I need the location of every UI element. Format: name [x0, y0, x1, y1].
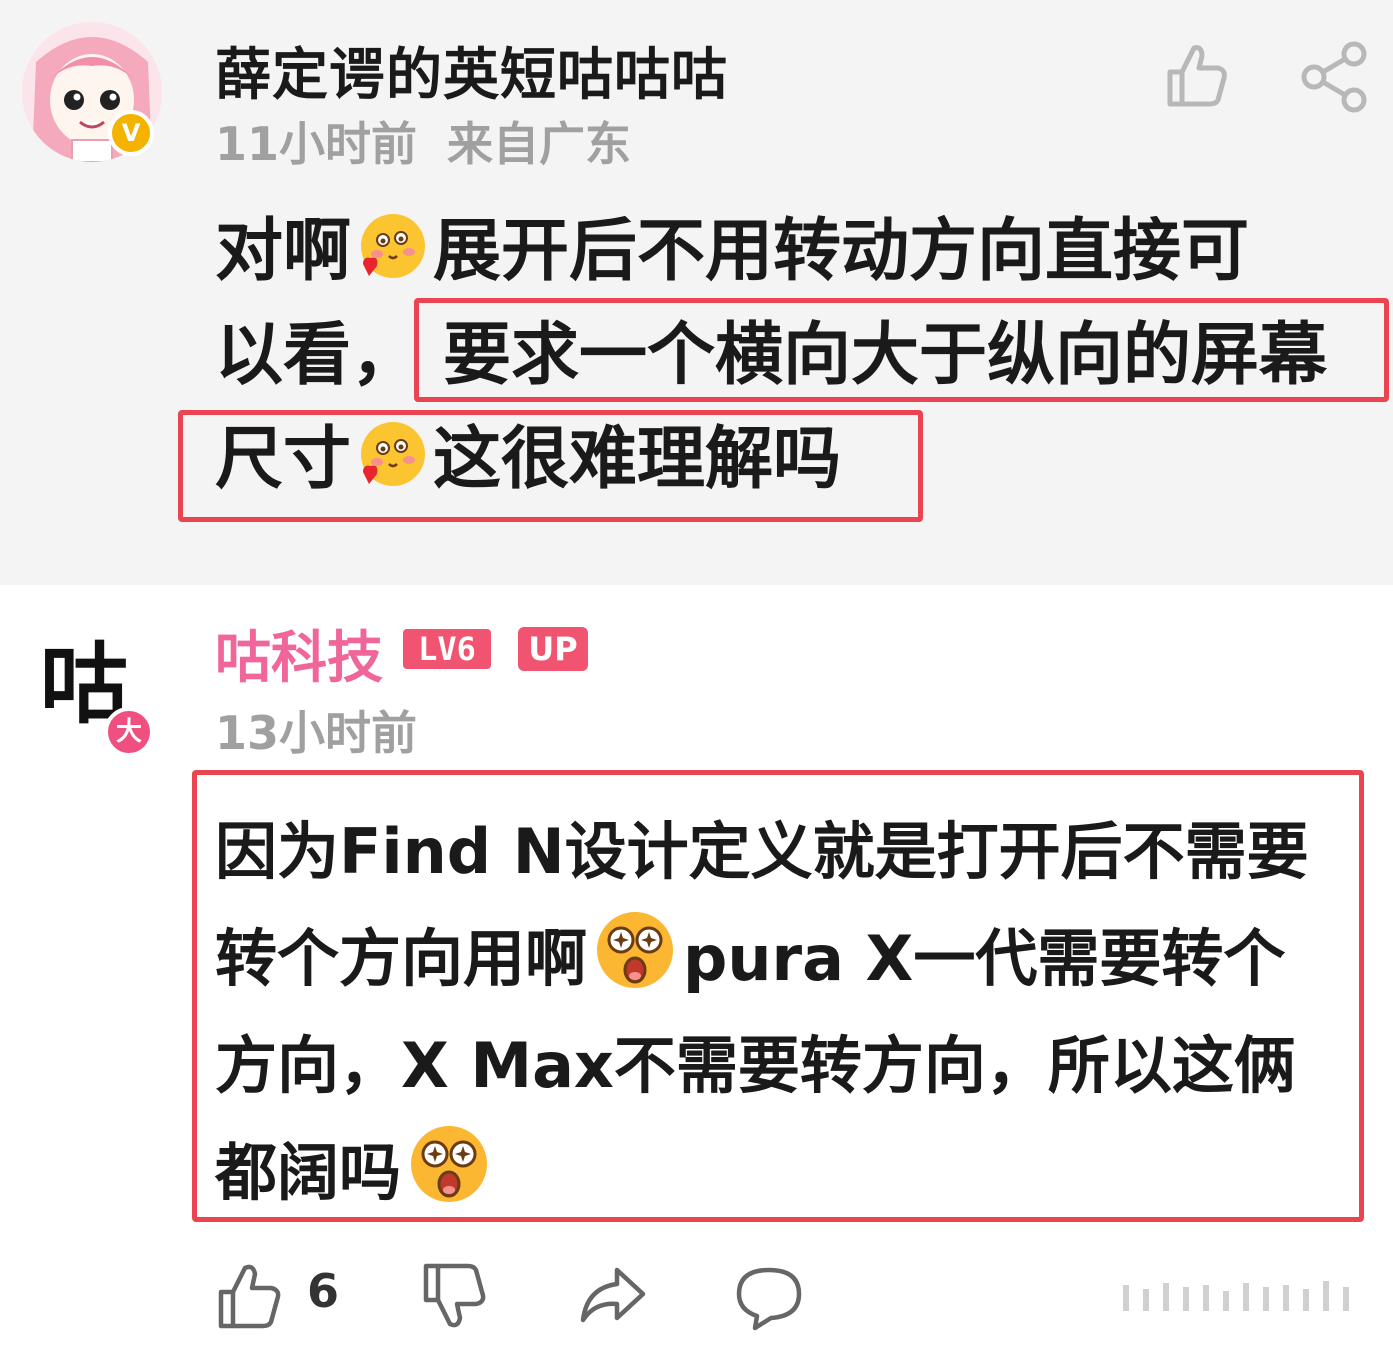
- comment-location: 来自广东: [447, 117, 632, 171]
- comment-text: 都阔吗: [215, 1136, 402, 1209]
- highlighted-text: 要求一个横向大于纵向的屏幕: [443, 316, 1328, 395]
- love-emoji-icon: [361, 214, 426, 278]
- level-badge: LV6: [403, 629, 491, 669]
- comment-line: 尺寸 这很难理解吗: [215, 408, 1385, 512]
- comment-text: 尺寸: [215, 420, 352, 499]
- comment-time: 11小时前: [215, 117, 418, 171]
- verified-badge: V: [108, 110, 154, 156]
- user-name[interactable]: 薛定谔的英短咕咕咕: [215, 30, 728, 111]
- comment-line: 因为Find N设计定义就是打开后不需要: [215, 798, 1365, 905]
- thumbs-down-icon[interactable]: [420, 1260, 490, 1332]
- avatar-badge: 大: [104, 707, 154, 757]
- comment-text: 转个方向用啊: [215, 922, 588, 995]
- comment-meta: 11小时前 来自广东: [215, 108, 631, 174]
- comment-text: 因为Find N设计定义就是打开后不需要: [215, 815, 1309, 888]
- comment-icon[interactable]: [733, 1260, 805, 1332]
- up-badge: UP: [518, 627, 588, 671]
- comment-text: pura X一代需要转个: [683, 922, 1286, 995]
- comment-time: 13小时前: [215, 706, 418, 760]
- comment-top: V 薛定谔的英短咕咕咕 11小时前 来自广东 对啊 展开后不用转动方向直接可 以…: [0, 0, 1393, 585]
- comment-bottom: 咕 大 咕科技 LV6 UP 13小时前 因为Find N设计定义就是打开后不需…: [0, 585, 1393, 1348]
- comment-body: 因为Find N设计定义就是打开后不需要 转个方向用啊 pura X一代需要转个…: [215, 798, 1365, 1226]
- comment-line: 方向，X Max不需要转方向，所以这俩: [215, 1012, 1365, 1119]
- comment-line: 对啊 展开后不用转动方向直接可: [215, 200, 1385, 304]
- comment-line: 转个方向用啊 pura X一代需要转个: [215, 905, 1365, 1012]
- star-eyes-emoji-icon: [597, 912, 674, 988]
- user-name[interactable]: 咕科技: [215, 613, 383, 694]
- watermark-icon: [1123, 1281, 1349, 1311]
- share-icon[interactable]: [1298, 40, 1372, 114]
- like-count: 6: [307, 1264, 340, 1318]
- comment-line: 都阔吗: [215, 1119, 1365, 1226]
- comment-text: 展开后不用转动方向直接可: [433, 212, 1250, 291]
- comment-body: 对啊 展开后不用转动方向直接可 以看， 要求一个横向大于纵向的屏幕 尺寸 这很难…: [215, 200, 1385, 512]
- highlighted-text: 这很难理解吗: [433, 420, 842, 499]
- thumbs-up-icon[interactable]: [215, 1260, 285, 1332]
- comment-text: 对啊: [215, 212, 352, 291]
- comment-text: 方向，X Max不需要转方向，所以这俩: [215, 1029, 1296, 1102]
- forward-icon[interactable]: [577, 1260, 649, 1332]
- love-emoji-icon: [361, 422, 426, 486]
- screenshot-page: V 薛定谔的英短咕咕咕 11小时前 来自广东 对啊 展开后不用转动方向直接可 以…: [0, 0, 1393, 1348]
- thumbs-up-icon[interactable]: [1160, 40, 1232, 112]
- comment-line: 以看， 要求一个横向大于纵向的屏幕: [215, 304, 1385, 408]
- star-eyes-emoji-icon: [411, 1126, 488, 1202]
- avatar[interactable]: 咕 大: [40, 635, 154, 757]
- comment-text: 以看，: [215, 316, 420, 395]
